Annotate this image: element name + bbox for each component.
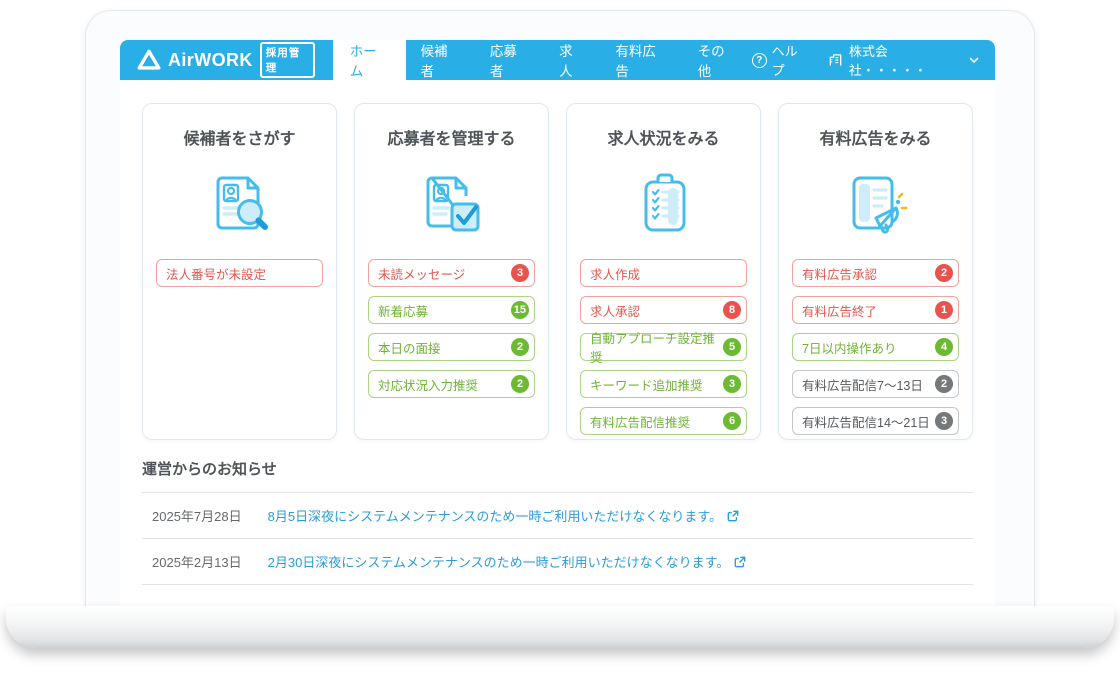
summary-card: 求人状況をみる 求人作成求人承認8自動アプローチ設定推奨5キーワード追加推奨3有… (566, 103, 761, 440)
company-building-icon (828, 53, 843, 68)
button-label: 法人番号が未設定 (166, 264, 266, 283)
card-action-button[interactable]: 法人番号が未設定 (156, 259, 323, 287)
button-label: 有料広告配信推奨 (590, 412, 690, 431)
nav-tab-2[interactable]: 応募者 (475, 40, 544, 80)
button-label: 7日以内操作あり (802, 338, 896, 357)
card-action-button[interactable]: 有料広告配信7〜13日 2 (792, 370, 959, 398)
count-badge: 3 (935, 412, 953, 430)
card-action-button[interactable]: 7日以内操作あり 4 (792, 333, 959, 361)
button-label: 有料広告配信7〜13日 (802, 375, 923, 394)
nav-tab-3[interactable]: 求人 (544, 40, 600, 80)
nav-tabs: ホーム候補者応募者求人有料広告その他 (333, 40, 752, 80)
brand-name: AirWORK (168, 50, 253, 71)
button-label: 求人作成 (590, 264, 640, 283)
card-title: 応募者を管理する (355, 125, 548, 149)
notice-link-text: 2月30日深夜にシステムメンテナンスのため一時ご利用いただけなくなります。 (268, 552, 730, 571)
external-link-icon (727, 510, 739, 522)
button-label: キーワード追加推奨 (590, 375, 703, 394)
card-action-button[interactable]: 有料広告終了 1 (792, 296, 959, 324)
button-label: 新着応募 (378, 301, 428, 320)
card-title: 候補者をさがす (143, 125, 336, 149)
laptop-lid: AirWORK 採用管理 ホーム候補者応募者求人有料広告その他 ? ヘルプ (85, 10, 1035, 607)
card-action-button[interactable]: 新着応募 15 (368, 296, 535, 324)
summary-card: 応募者を管理する 未読メッセージ 3 新着応募 15 本日の面接 2 対応状況入力推奨 2 (354, 103, 549, 440)
question-mark-icon: ? (752, 53, 767, 68)
external-link-icon (734, 556, 746, 568)
card-title: 求人状況をみる (567, 125, 760, 149)
button-label: 有料広告終了 (802, 301, 877, 320)
button-label: 対応状況入力推奨 (378, 375, 478, 394)
card-buttons: 未読メッセージ 3 新着応募 15 本日の面接 2 対応状況入力推奨 2 (355, 259, 548, 398)
brand-badge: 採用管理 (260, 42, 315, 78)
ad-megaphone-icon (779, 159, 972, 251)
count-badge: 2 (935, 375, 953, 393)
card-action-button[interactable]: 自動アプローチ設定推奨5 (580, 333, 747, 361)
notice-date: 2025年2月13日 (152, 552, 242, 571)
button-label: 自動アプローチ設定推奨 (590, 328, 723, 366)
card-buttons: 求人作成求人承認8自動アプローチ設定推奨5キーワード追加推奨3有料広告配信推奨6 (567, 259, 760, 435)
account-label: 株式会社・・・・・ (849, 41, 963, 79)
laptop-mockup: AirWORK 採用管理 ホーム候補者応募者求人有料広告その他 ? ヘルプ (0, 0, 1120, 680)
account-menu[interactable]: 株式会社・・・・・ (828, 41, 979, 79)
notices-list: 2025年7月28日 8月5日深夜にシステムメンテナンスのため一時ご利用いただけな… (142, 492, 973, 585)
button-label: 求人承認 (590, 301, 640, 320)
card-action-button[interactable]: 求人作成 (580, 259, 747, 287)
card-action-button[interactable]: 有料広告配信推奨 6 (580, 407, 747, 435)
card-action-button[interactable]: 本日の面接 2 (368, 333, 535, 361)
nav-tab-4[interactable]: 有料広告 (600, 40, 682, 80)
laptop-base (6, 606, 1114, 648)
resume-search-icon (143, 159, 336, 251)
count-badge: 2 (511, 375, 529, 393)
button-label: 本日の面接 (378, 338, 441, 357)
card-action-button[interactable]: 未読メッセージ 3 (368, 259, 535, 287)
card-action-button[interactable]: 有料広告承認 2 (792, 259, 959, 287)
summary-card: 有料広告をみる 有料広告承認 2 有料広告終了 1 7日以内操作あり 4 有料広告配信7〜1… (778, 103, 973, 440)
button-label: 有料広告承認 (802, 264, 877, 283)
button-label: 有料広告配信14〜21日 (802, 412, 930, 431)
card-action-button[interactable]: 求人承認 8 (580, 296, 747, 324)
airwork-triangle-logo-icon (137, 49, 161, 71)
card-title: 有料広告をみる (779, 125, 972, 149)
help-button[interactable]: ? ヘルプ (752, 41, 810, 79)
count-badge: 3 (511, 264, 529, 282)
notices-section: 運営からのお知らせ 2025年7月28日 8月5日深夜にシステムメンテナンスのため… (142, 458, 973, 585)
notice-link-text: 8月5日深夜にシステムメンテナンスのため一時ご利用いただけなくなります。 (268, 506, 723, 525)
notice-row: 2025年2月13日 2月30日深夜にシステムメンテナンスのため一時ご利用いただけ… (142, 538, 973, 585)
notice-link[interactable]: 8月5日深夜にシステムメンテナンスのため一時ご利用いただけなくなります。 (268, 506, 740, 525)
summary-card: 候補者をさがす 法人番号が未設定 (142, 103, 337, 440)
count-badge: 4 (935, 338, 953, 356)
app-header: AirWORK 採用管理 ホーム候補者応募者求人有料広告その他 ? ヘルプ (120, 40, 995, 80)
card-action-button[interactable]: 対応状況入力推奨 2 (368, 370, 535, 398)
count-badge: 2 (935, 264, 953, 282)
nav-tab-1[interactable]: 候補者 (406, 40, 475, 80)
nav-tab-5[interactable]: その他 (683, 40, 752, 80)
header-right: ? ヘルプ 株式会社・・・・・ (752, 40, 995, 80)
count-badge: 15 (511, 301, 529, 319)
card-buttons: 有料広告承認2有料広告終了17日以内操作あり4有料広告配信7〜13日2有料広告配… (779, 259, 972, 435)
count-badge: 3 (723, 375, 741, 393)
notices-title: 運営からのお知らせ (142, 458, 973, 492)
count-badge: 8 (723, 301, 741, 319)
count-badge: 6 (723, 412, 741, 430)
count-badge: 5 (723, 338, 741, 356)
chevron-down-icon (969, 57, 979, 64)
notice-date: 2025年7月28日 (152, 506, 242, 525)
resume-check-icon (355, 159, 548, 251)
card-action-button[interactable]: 有料広告配信14〜21日 3 (792, 407, 959, 435)
app-logo[interactable]: AirWORK 採用管理 (120, 40, 333, 80)
help-label: ヘルプ (772, 41, 810, 79)
notice-link[interactable]: 2月30日深夜にシステムメンテナンスのため一時ご利用いただけなくなります。 (268, 552, 747, 571)
app-screen: AirWORK 採用管理 ホーム候補者応募者求人有料広告その他 ? ヘルプ (120, 40, 995, 606)
nav-tab-0[interactable]: ホーム (333, 40, 406, 80)
count-badge: 2 (511, 338, 529, 356)
clipboard-checklist-icon (567, 159, 760, 251)
summary-cards: 候補者をさがす 法人番号が未設定 応募者を管理する 未読メッセージ3新着応募15… (120, 80, 995, 440)
notice-row: 2025年7月28日 8月5日深夜にシステムメンテナンスのため一時ご利用いただけな… (142, 492, 973, 538)
card-buttons: 法人番号が未設定 (143, 259, 336, 287)
button-label: 未読メッセージ (378, 264, 465, 283)
count-badge: 1 (935, 301, 953, 319)
card-action-button[interactable]: キーワード追加推奨 3 (580, 370, 747, 398)
